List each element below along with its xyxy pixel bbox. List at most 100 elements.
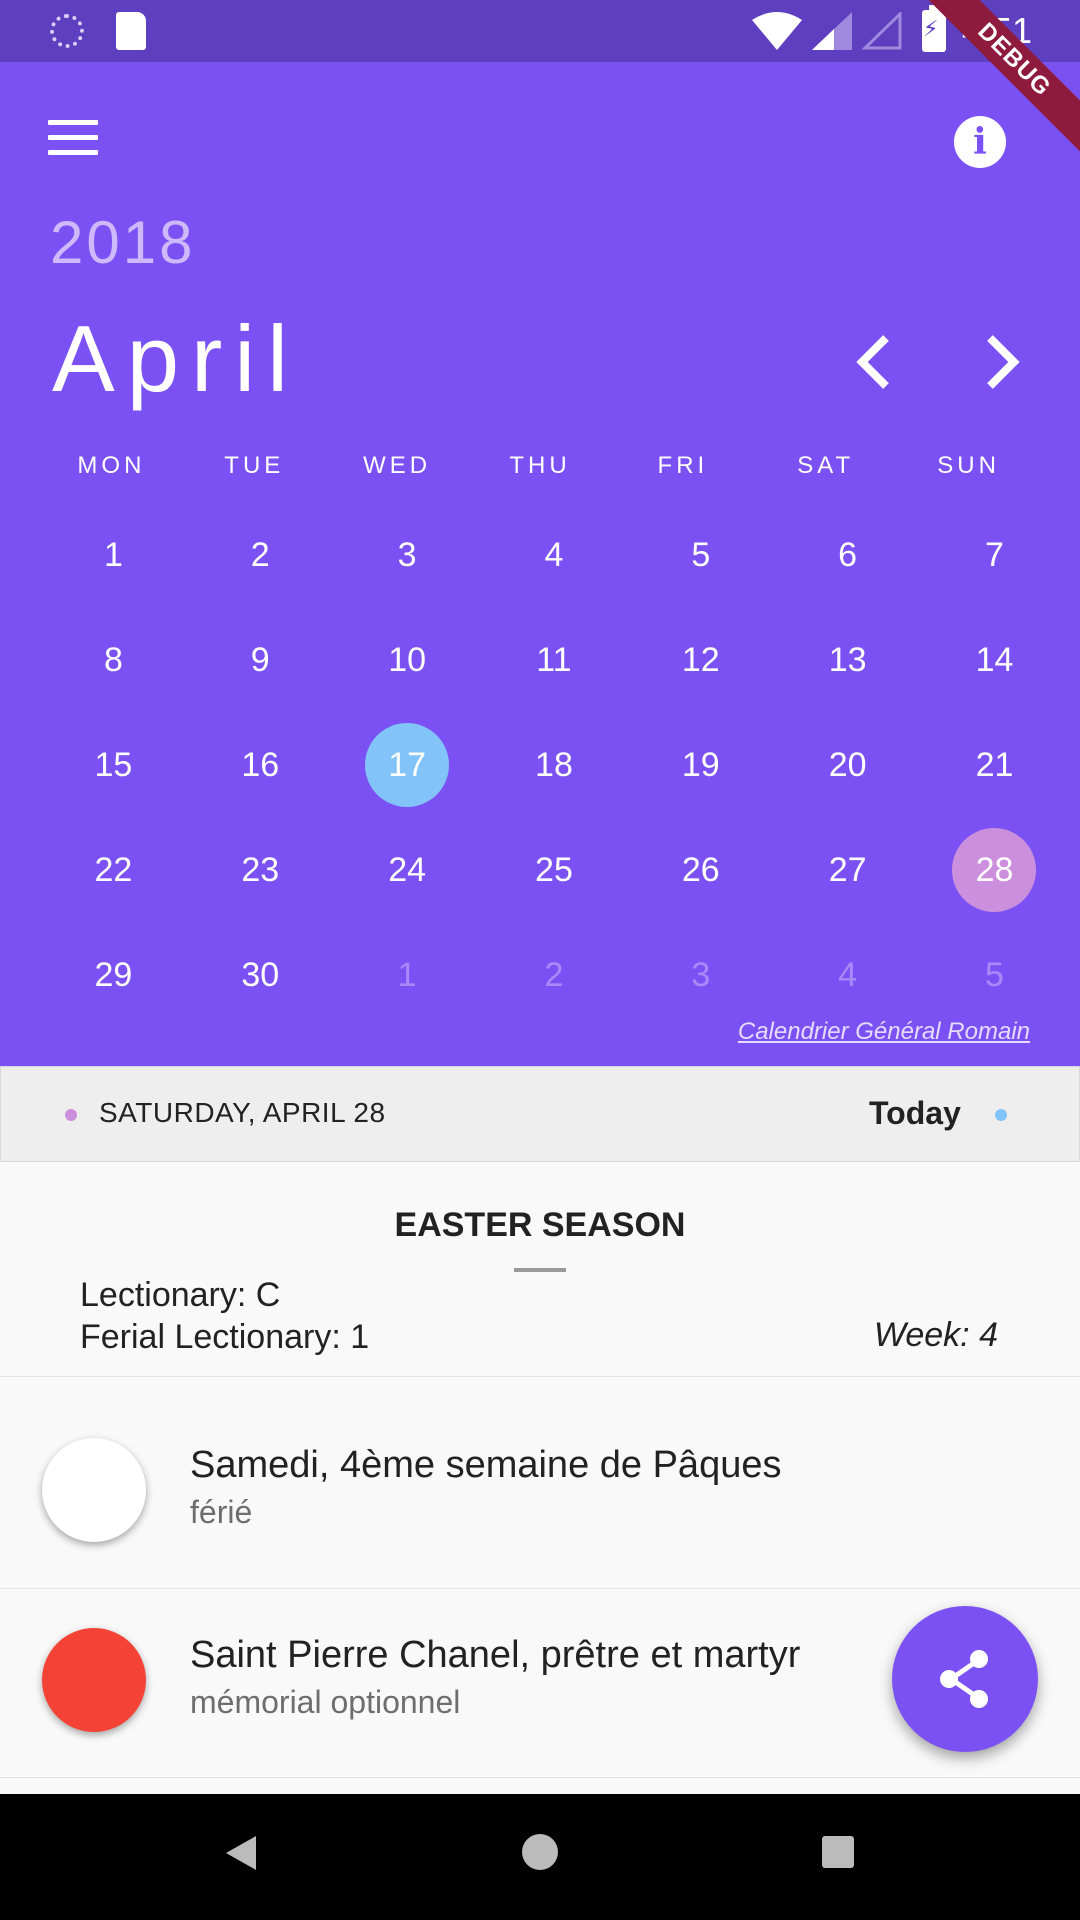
today-button[interactable]: Today — [869, 1095, 961, 1132]
day-cell[interactable]: 16 — [187, 712, 334, 817]
day-number: 22 — [94, 850, 133, 889]
weekday-label: SAT — [797, 452, 855, 479]
back-icon[interactable] — [224, 1834, 258, 1872]
day-number: 12 — [681, 640, 720, 679]
signal-empty-icon — [862, 12, 902, 50]
day-cell[interactable]: 21 — [921, 712, 1068, 817]
day-number: 2 — [544, 955, 564, 994]
day-number: 17 — [365, 722, 450, 807]
chevron-right-icon[interactable] — [976, 330, 1028, 394]
season-divider — [514, 1268, 566, 1272]
liturgical-color-circle — [42, 1438, 146, 1542]
day-number: 7 — [985, 535, 1004, 574]
wifi-icon — [752, 12, 802, 50]
day-number: 27 — [828, 850, 867, 889]
day-cell[interactable]: 11 — [481, 607, 628, 712]
day-cell[interactable]: 24 — [334, 817, 481, 922]
day-cell[interactable]: 9 — [187, 607, 334, 712]
day-cell[interactable]: 22 — [40, 817, 187, 922]
selected-date-bar: SATURDAY, APRIL 28 Today — [0, 1066, 1080, 1162]
selected-date: SATURDAY, APRIL 28 — [99, 1097, 386, 1128]
day-cell-selected[interactable]: 17 — [334, 712, 481, 817]
day-number: 19 — [681, 745, 720, 784]
day-cell[interactable]: 2 — [187, 502, 334, 607]
day-cell[interactable]: 5 — [921, 922, 1068, 1027]
day-cell[interactable]: 13 — [774, 607, 921, 712]
weekday-row: MON TUE WED THU FRI SAT SUN — [40, 452, 1040, 480]
day-number: 3 — [397, 535, 417, 574]
day-cell[interactable]: 12 — [627, 607, 774, 712]
weekday-label: SUN — [937, 452, 1000, 479]
day-number: 13 — [828, 640, 867, 679]
day-number: 30 — [241, 955, 280, 994]
day-number: 2 — [250, 535, 270, 574]
day-cell[interactable]: 10 — [334, 607, 481, 712]
today-dot — [65, 1109, 77, 1121]
menu-icon[interactable] — [48, 118, 98, 158]
day-cell[interactable]: 8 — [40, 607, 187, 712]
day-number: 16 — [241, 745, 280, 784]
day-number: 10 — [388, 640, 427, 679]
day-cell[interactable]: 27 — [774, 817, 921, 922]
weekday-label: TUE — [224, 452, 285, 479]
day-cell[interactable]: 19 — [627, 712, 774, 817]
home-icon[interactable] — [522, 1834, 558, 1870]
status-bar: 4:51 — [0, 0, 1080, 62]
day-number: 4 — [544, 535, 564, 574]
day-cell[interactable]: 30 — [187, 922, 334, 1027]
battery-charging-icon — [922, 5, 946, 52]
day-number: 11 — [536, 640, 572, 679]
day-cell[interactable]: 15 — [40, 712, 187, 817]
day-cell[interactable]: 5 — [627, 502, 774, 607]
day-number: 29 — [94, 955, 133, 994]
day-number: 28 — [952, 827, 1037, 912]
day-cell[interactable]: 14 — [921, 607, 1068, 712]
day-cell[interactable]: 26 — [627, 817, 774, 922]
share-button[interactable] — [892, 1606, 1038, 1752]
day-cell[interactable]: 25 — [481, 817, 628, 922]
weekday-label: MON — [77, 452, 146, 479]
day-cell[interactable]: 1 — [334, 922, 481, 1027]
day-cell[interactable]: 20 — [774, 712, 921, 817]
divider — [0, 1777, 1080, 1778]
weekday-label: THU — [509, 452, 571, 479]
day-cell[interactable]: 23 — [187, 817, 334, 922]
day-number: 9 — [250, 640, 270, 679]
ferial-lectionary-label: Ferial Lectionary: 1 — [80, 1318, 370, 1356]
day-cell[interactable]: 2 — [481, 922, 628, 1027]
lectionary-label: Lectionary: C — [80, 1276, 281, 1314]
calendar-grid: 1 2 3 4 5 6 7 8 9 10 11 12 13 14 15 16 17 18 19 20 21 22 23 24 2… — [40, 502, 1068, 1027]
celebration-rank: mémorial optionnel — [190, 1684, 461, 1720]
day-cell[interactable]: 6 — [774, 502, 921, 607]
day-number: 15 — [94, 745, 133, 784]
day-number: 24 — [388, 850, 427, 889]
day-number: 5 — [985, 955, 1004, 994]
day-number: 25 — [535, 850, 573, 889]
system-nav-bar — [0, 1794, 1080, 1920]
day-cell[interactable]: 4 — [481, 502, 628, 607]
month-label: April — [52, 306, 301, 411]
day-cell[interactable]: 4 — [774, 922, 921, 1027]
day-number: 4 — [838, 955, 858, 994]
divider — [0, 1376, 1080, 1377]
day-cell[interactable]: 3 — [334, 502, 481, 607]
day-cell-today[interactable]: 28 — [921, 817, 1068, 922]
day-number: 14 — [975, 640, 1014, 679]
chevron-left-icon[interactable] — [848, 330, 900, 394]
day-cell[interactable]: 7 — [921, 502, 1068, 607]
day-cell[interactable]: 29 — [40, 922, 187, 1027]
day-cell[interactable]: 1 — [40, 502, 187, 607]
day-number: 6 — [838, 535, 858, 574]
weekday-label: FRI — [657, 452, 709, 479]
day-cell[interactable]: 18 — [481, 712, 628, 817]
year-label: 2018 — [50, 209, 196, 276]
day-number: 23 — [241, 850, 280, 889]
calendar-source-link[interactable]: Calendrier Général Romain — [738, 1018, 1030, 1046]
sd-card-icon — [116, 12, 146, 50]
celebration-item[interactable]: Samedi, 4ème semaine de Pâques férié — [0, 1398, 1080, 1588]
day-number: 1 — [103, 535, 123, 574]
day-cell[interactable]: 3 — [627, 922, 774, 1027]
recents-icon[interactable] — [822, 1836, 854, 1868]
day-number: 3 — [691, 955, 711, 994]
info-icon[interactable]: i — [954, 116, 1006, 168]
